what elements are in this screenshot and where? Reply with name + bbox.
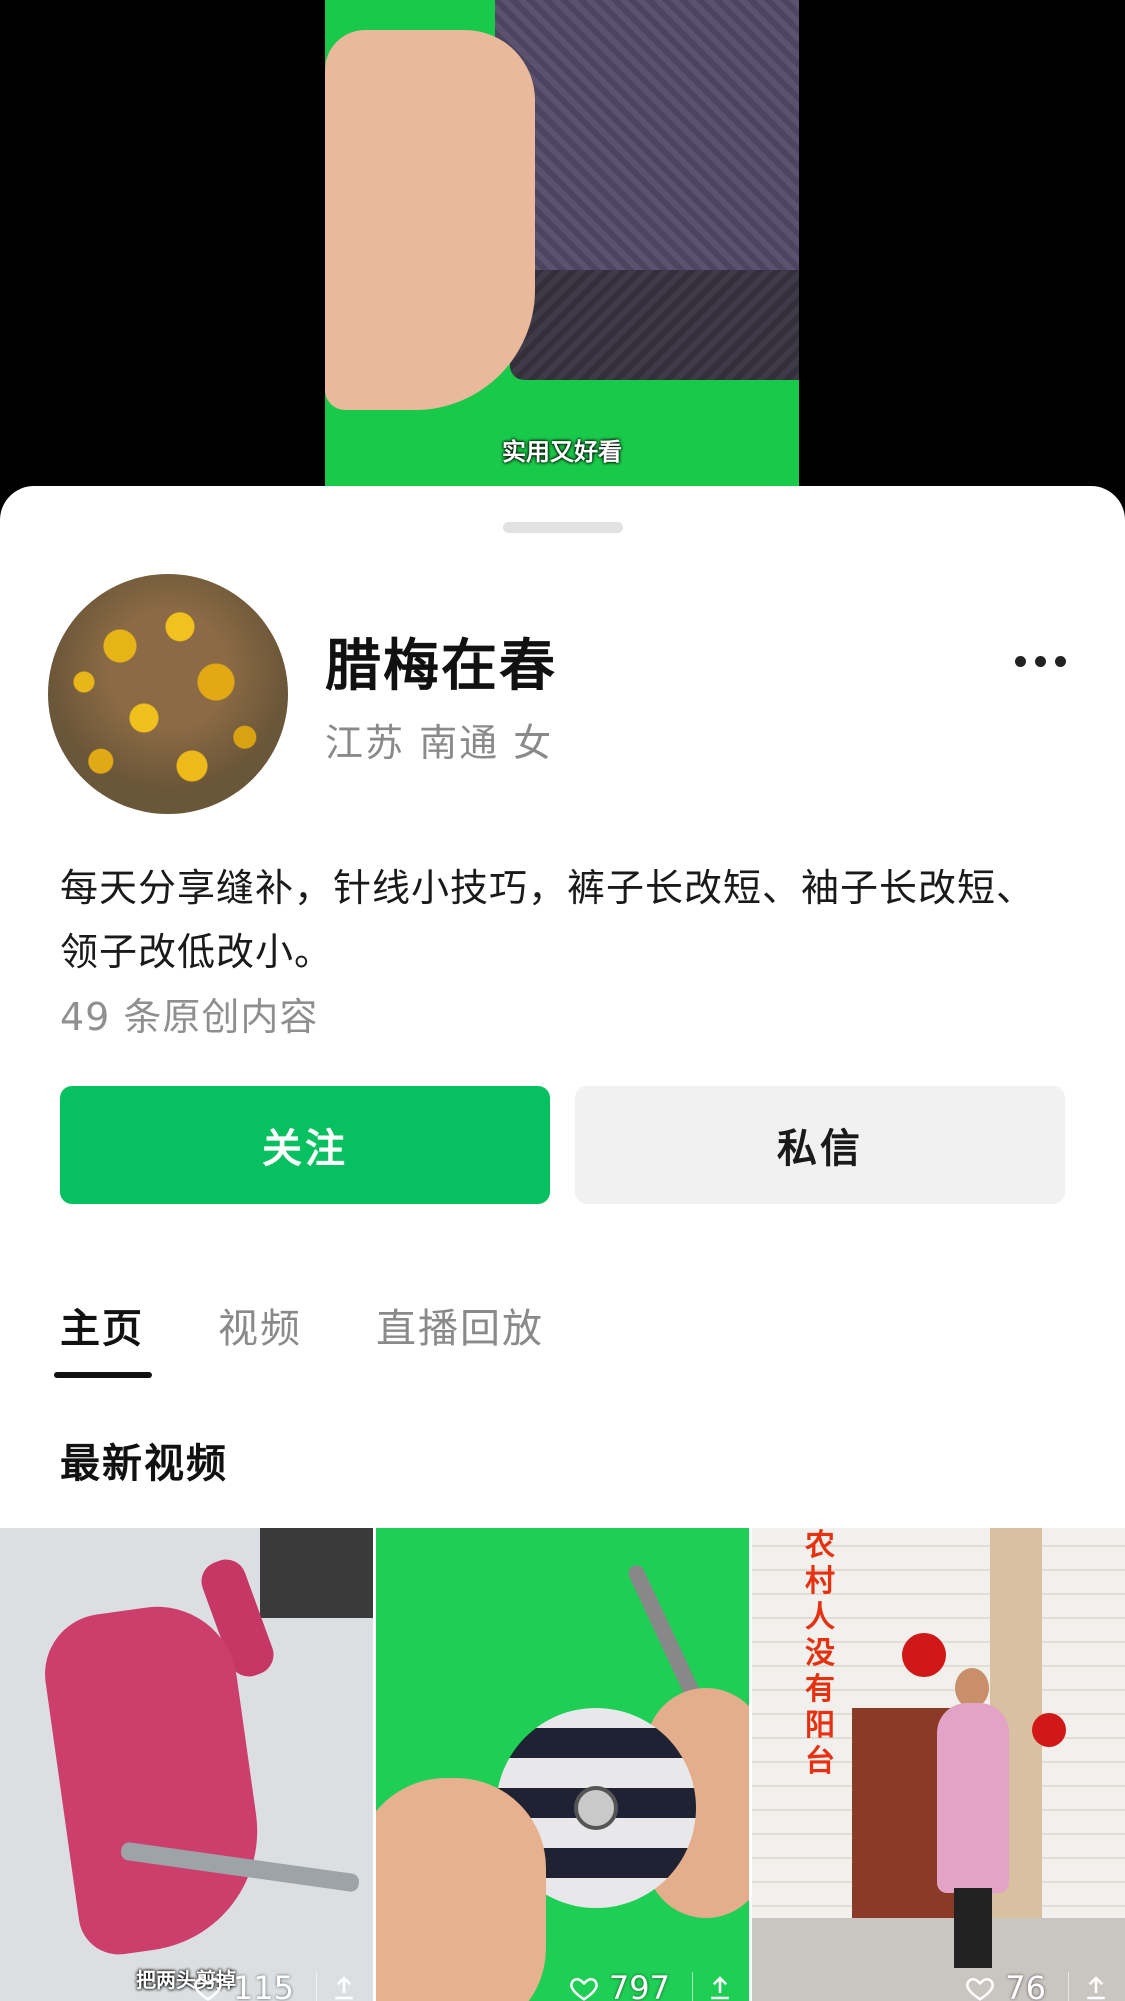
share-icon[interactable] [316, 1972, 359, 2001]
profile-location-gender: 江苏 南通 女 [325, 721, 554, 765]
thumb-hand [376, 1778, 546, 2001]
video-thumbnail[interactable]: 797 [376, 1528, 749, 2001]
share-icon[interactable] [1068, 1972, 1111, 2001]
profile-bio: 每天分享缝补，针线小技巧，裤子长改短、袖子长改短、领子改低改小。 [60, 866, 1036, 974]
video-caption: 实用又好看 [502, 438, 622, 466]
profile-sheet: 腊梅在春 江苏 南通 女 每天分享缝补，针线小技巧，裤子长改短、袖子长改短、领子… [0, 486, 1125, 2001]
tab-live-replay[interactable]: 直播回放 [376, 1296, 544, 1354]
sheet-drag-handle[interactable] [503, 522, 623, 533]
video-thumbnail[interactable]: 把两头剪掉 115 [0, 1528, 373, 2001]
more-icon[interactable] [1010, 646, 1070, 676]
heart-icon[interactable] [965, 1973, 995, 2001]
video-cloth-lower [510, 270, 799, 380]
tab-home[interactable]: 主页 [54, 1296, 152, 1378]
thumb-lantern [902, 1633, 946, 1677]
avatar[interactable] [48, 574, 288, 814]
section-title-latest-videos: 最新视频 [60, 1441, 228, 1487]
profile-name: 腊梅在春 [325, 634, 557, 699]
video-cloth-upper [495, 0, 799, 300]
thumb-stats: 115 [193, 1969, 359, 2001]
thumb-lantern [1032, 1713, 1066, 1747]
like-count: 76 [1005, 1969, 1046, 2001]
thumb-overlay-text: 农村人没有阳台 [805, 1528, 835, 1779]
heart-icon[interactable] [569, 1973, 599, 2001]
like-count: 115 [232, 1969, 294, 2001]
tab-home-label: 主页 [60, 1306, 144, 1352]
message-button[interactable]: 私信 [575, 1086, 1065, 1204]
video-grid: 把两头剪掉 115 797 农村人没有阳台 76 [0, 1528, 1125, 2001]
thumb-person-head [955, 1668, 989, 1708]
content-count: 49 条原创内容 [60, 995, 319, 1039]
like-count: 797 [608, 1969, 670, 2001]
thumb-sewing-box [260, 1528, 373, 1618]
heart-icon[interactable] [193, 1973, 223, 2001]
follow-button[interactable]: 关注 [60, 1086, 550, 1204]
video-player[interactable]: 实用又好看 [0, 0, 1125, 500]
share-icon[interactable] [692, 1972, 735, 2001]
video-hand [325, 30, 535, 410]
video-thumbnail[interactable]: 农村人没有阳台 76 [752, 1528, 1125, 2001]
thumb-stats: 797 [569, 1969, 735, 2001]
tab-active-indicator [54, 1372, 152, 1378]
tab-videos[interactable]: 视频 [218, 1296, 302, 1354]
thumb-button [574, 1786, 618, 1830]
video-frame[interactable]: 实用又好看 [325, 0, 799, 486]
thumb-person-legs [954, 1888, 992, 1968]
thumb-person [937, 1703, 1009, 1893]
thumb-stats: 76 [965, 1969, 1111, 2001]
